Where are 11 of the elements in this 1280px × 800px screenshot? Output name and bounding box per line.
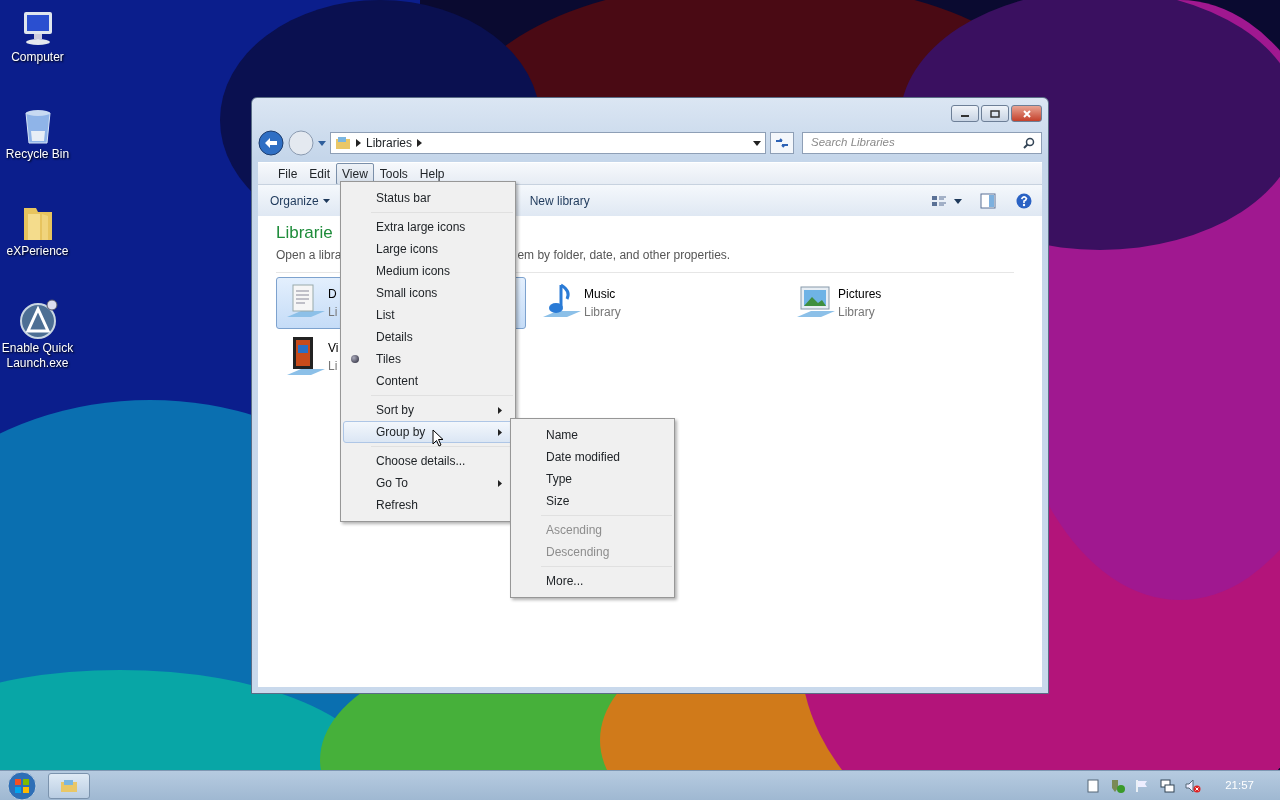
description-text: Open a libra xyxy=(276,247,342,264)
page-heading: Librarie xyxy=(276,222,333,244)
library-type: Library xyxy=(838,304,876,321)
library-name: Pictures xyxy=(838,286,882,303)
library-type: Li xyxy=(328,358,339,375)
library-name: D xyxy=(328,286,338,303)
library-name: Music xyxy=(584,286,617,303)
description-text: em by folder, date, and other properties. xyxy=(517,247,731,264)
library-type: Library xyxy=(584,304,621,321)
library-name: Vi xyxy=(328,340,339,357)
library-type: Li xyxy=(328,304,338,321)
